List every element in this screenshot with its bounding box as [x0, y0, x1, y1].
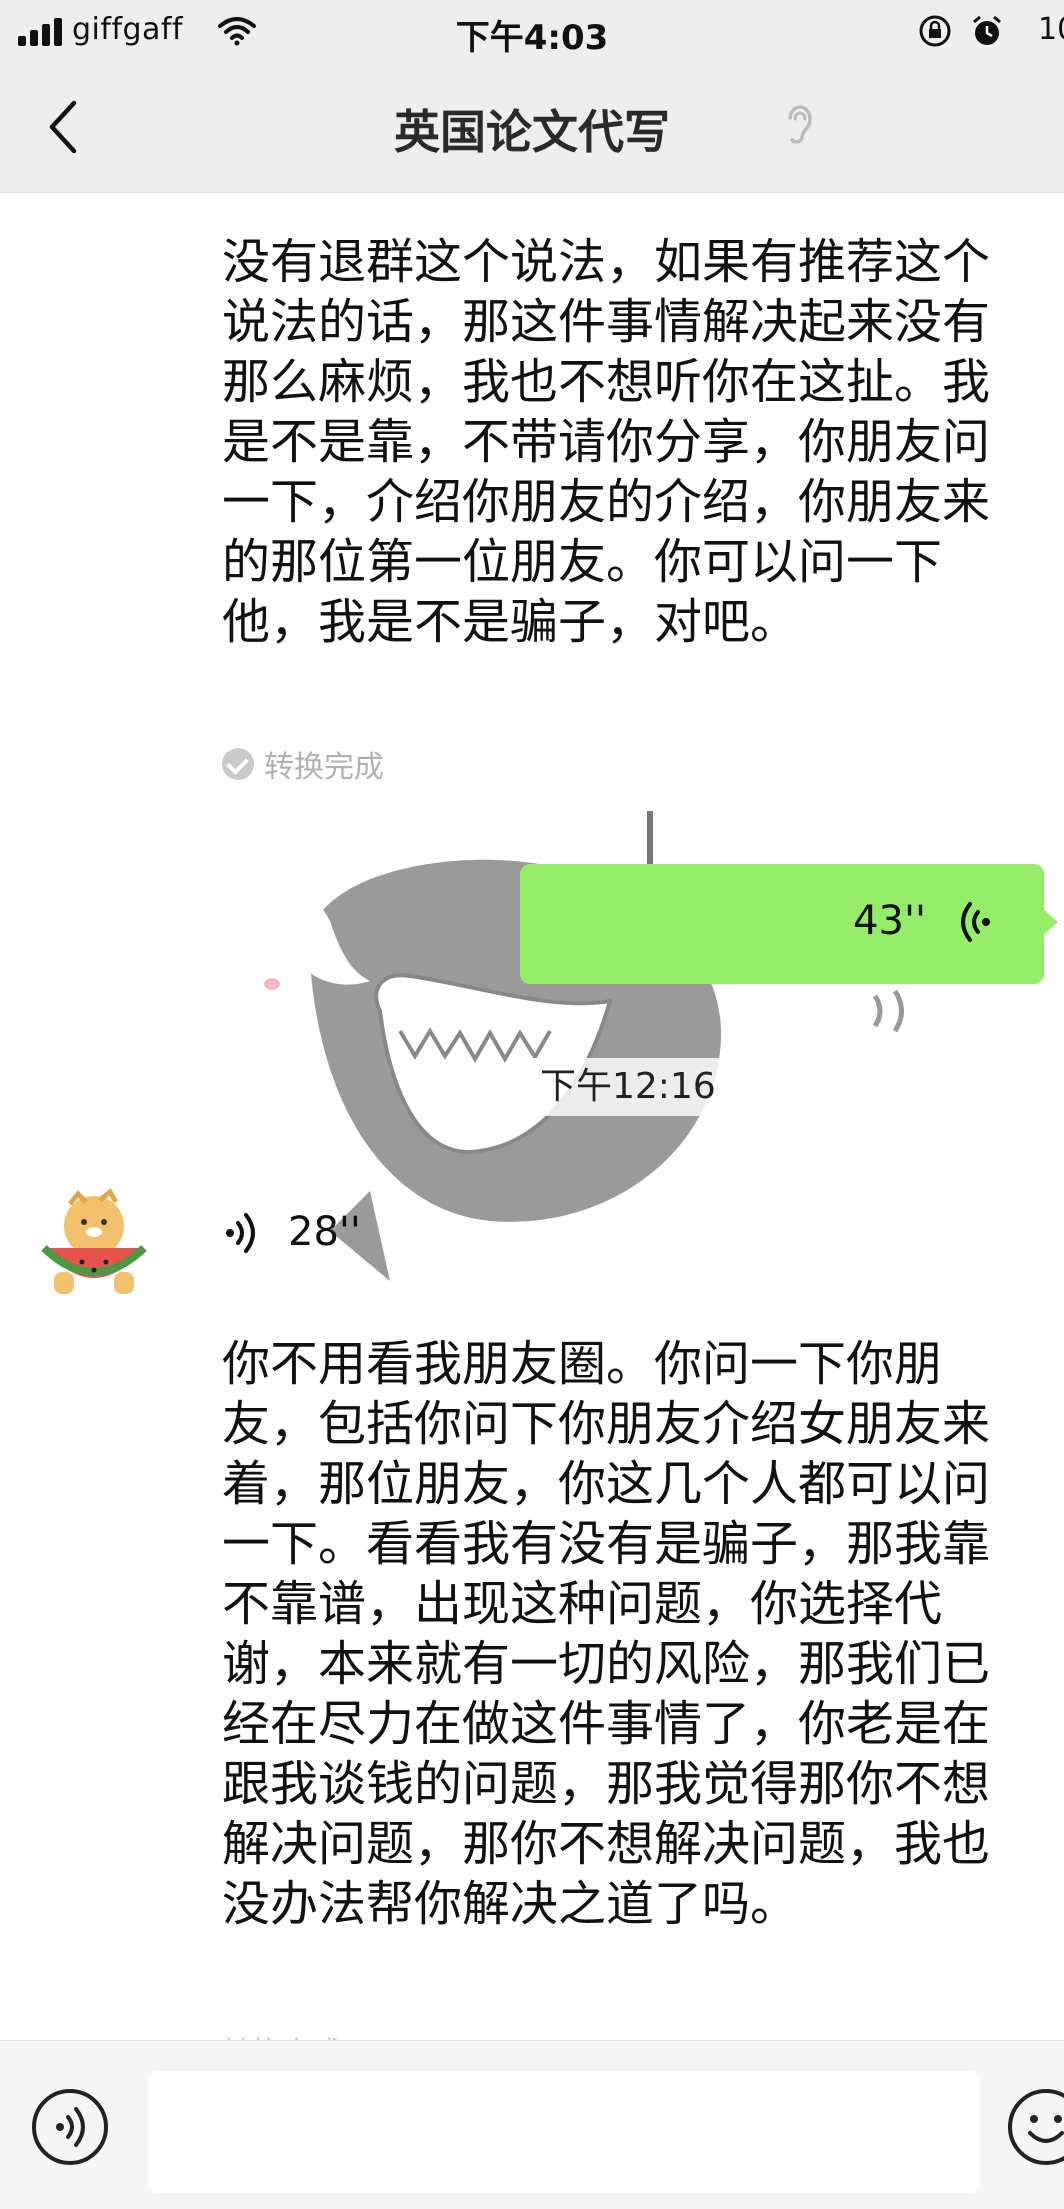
- check-circle-icon: [222, 748, 254, 780]
- lock-rotation-icon: [919, 15, 951, 47]
- chat-title: 英国论文代写: [394, 105, 670, 159]
- input-bar: [0, 2040, 1064, 2209]
- ear-icon: [788, 105, 812, 144]
- status-bar: giffgaff 下午4:03 10: [0, 0, 1064, 64]
- voice-transcript-text: 没有退群这个说法，如果有推荐这个说法的话，那这件事情解决起来没有那么麻烦，我也不…: [222, 234, 991, 650]
- voice-wave-icon: [226, 1213, 255, 1253]
- voice-wave-icon: [961, 902, 990, 942]
- transcript-status: 转换完成: [222, 2028, 342, 2040]
- status-time: 下午4:03: [455, 18, 609, 58]
- outgoing-voice-bubble[interactable]: 43'': [520, 864, 1058, 984]
- chat-header: 英国论文代写: [0, 64, 1064, 193]
- voice-transcript-text: 你不用看我朋友圈。你问一下你朋友，包括你问下你朋友介绍女朋友来着，那位朋友，你这…: [222, 1336, 991, 1932]
- voice-duration: 43'': [853, 898, 926, 944]
- avatar[interactable]: [30, 1178, 158, 1306]
- chat-area[interactable]: 没有退群这个说法，如果有推荐这个说法的话，那这件事情解决起来没有那么麻烦，我也不…: [0, 193, 1064, 2040]
- transcript-status: 转换完成: [222, 742, 384, 785]
- voice-toggle-icon[interactable]: [30, 2087, 110, 2167]
- voice-duration: 28'': [288, 1209, 361, 1255]
- emoji-icon[interactable]: [1006, 2087, 1064, 2167]
- message-timestamp: 下午12:16: [524, 1058, 732, 1116]
- alarm-icon: [973, 15, 1001, 45]
- message-input[interactable]: [148, 2071, 980, 2193]
- battery-level: 10: [1038, 12, 1064, 47]
